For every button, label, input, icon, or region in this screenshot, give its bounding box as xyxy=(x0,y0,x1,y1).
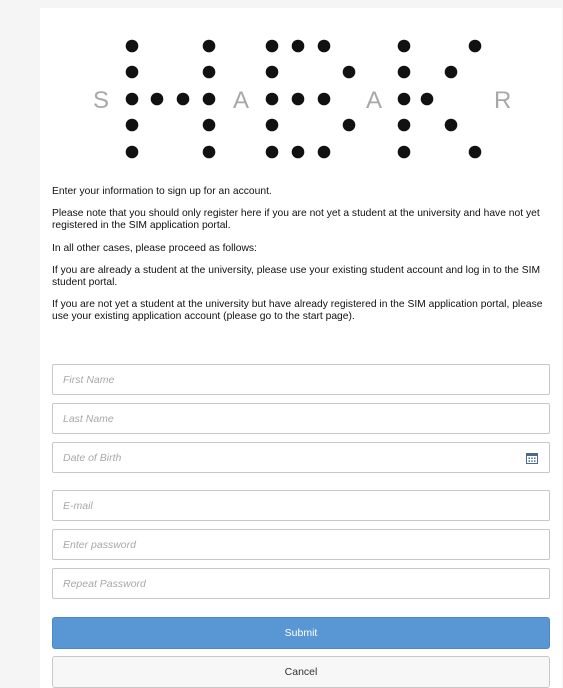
intro-paragraph: Enter your information to sign up for an… xyxy=(52,186,272,197)
logo-dot xyxy=(202,145,216,159)
logo-dot xyxy=(317,92,331,106)
submit-button[interactable]: Submit xyxy=(52,617,550,649)
intro-paragraph: If you are not yet a student at the univ… xyxy=(52,299,543,323)
logo-dot xyxy=(317,145,331,159)
logo-dot xyxy=(125,145,139,159)
logo-dot xyxy=(125,39,139,53)
logo-dot xyxy=(342,65,356,79)
logo-dot xyxy=(397,145,411,159)
logo-dot xyxy=(444,118,458,132)
logo-dot xyxy=(125,92,139,106)
logo-dot xyxy=(265,92,279,106)
logo-dot xyxy=(397,65,411,79)
university-logo: S A A R xyxy=(93,39,511,159)
intro-paragraph: Please note that you should only registe… xyxy=(52,208,540,232)
logo-dot xyxy=(420,92,434,106)
logo-dot xyxy=(125,65,139,79)
logo-dot xyxy=(125,118,139,132)
logo-dot xyxy=(397,92,411,106)
last-name-input[interactable] xyxy=(53,404,503,433)
logo-dot xyxy=(202,92,216,106)
calendar-icon[interactable] xyxy=(526,452,538,464)
email-field[interactable] xyxy=(52,490,550,521)
logo-dot xyxy=(342,118,356,132)
logo-dot xyxy=(291,39,305,53)
logo-dot xyxy=(468,39,482,53)
intro-paragraph: In all other cases, please proceed as fo… xyxy=(52,242,257,254)
logo-letter-a: A xyxy=(366,87,382,114)
logo-dot xyxy=(202,65,216,79)
logo-dot xyxy=(150,92,164,106)
logo-dots xyxy=(125,39,482,159)
repeat-password-input[interactable] xyxy=(53,569,503,598)
intro-paragraph: If you are already a student at the univ… xyxy=(52,264,541,289)
logo-dot xyxy=(444,65,458,79)
password-input[interactable] xyxy=(53,530,503,559)
logo-dot xyxy=(202,118,216,132)
email-input[interactable] xyxy=(53,491,503,520)
repeat-password-field[interactable] xyxy=(52,568,550,599)
logo-letter-a: A xyxy=(233,87,249,114)
password-field[interactable] xyxy=(52,529,550,560)
logo-dot xyxy=(265,145,279,159)
logo-dot xyxy=(397,39,411,53)
logo-letter-s: S xyxy=(93,87,109,114)
last-name-field[interactable] xyxy=(52,403,550,434)
logo-dot xyxy=(317,39,331,53)
logo-letter-r: R xyxy=(494,87,511,114)
logo-dot xyxy=(176,92,190,106)
first-name-field[interactable] xyxy=(52,364,550,395)
logo-dot xyxy=(265,39,279,53)
date-of-birth-field[interactable] xyxy=(52,442,550,473)
first-name-input[interactable] xyxy=(53,365,503,394)
intro-text: Enter your information to sign up for an… xyxy=(52,186,552,334)
logo-dot xyxy=(397,118,411,132)
logo-dot xyxy=(265,118,279,132)
logo-dot xyxy=(202,39,216,53)
logo-dot xyxy=(291,92,305,106)
signup-card: S A A R Enter your information to sign u… xyxy=(40,8,562,688)
logo-dot xyxy=(468,145,482,159)
date-of-birth-input[interactable] xyxy=(53,443,503,472)
logo-dot xyxy=(291,145,305,159)
logo-dot xyxy=(265,65,279,79)
cancel-button[interactable]: Cancel xyxy=(52,656,550,688)
